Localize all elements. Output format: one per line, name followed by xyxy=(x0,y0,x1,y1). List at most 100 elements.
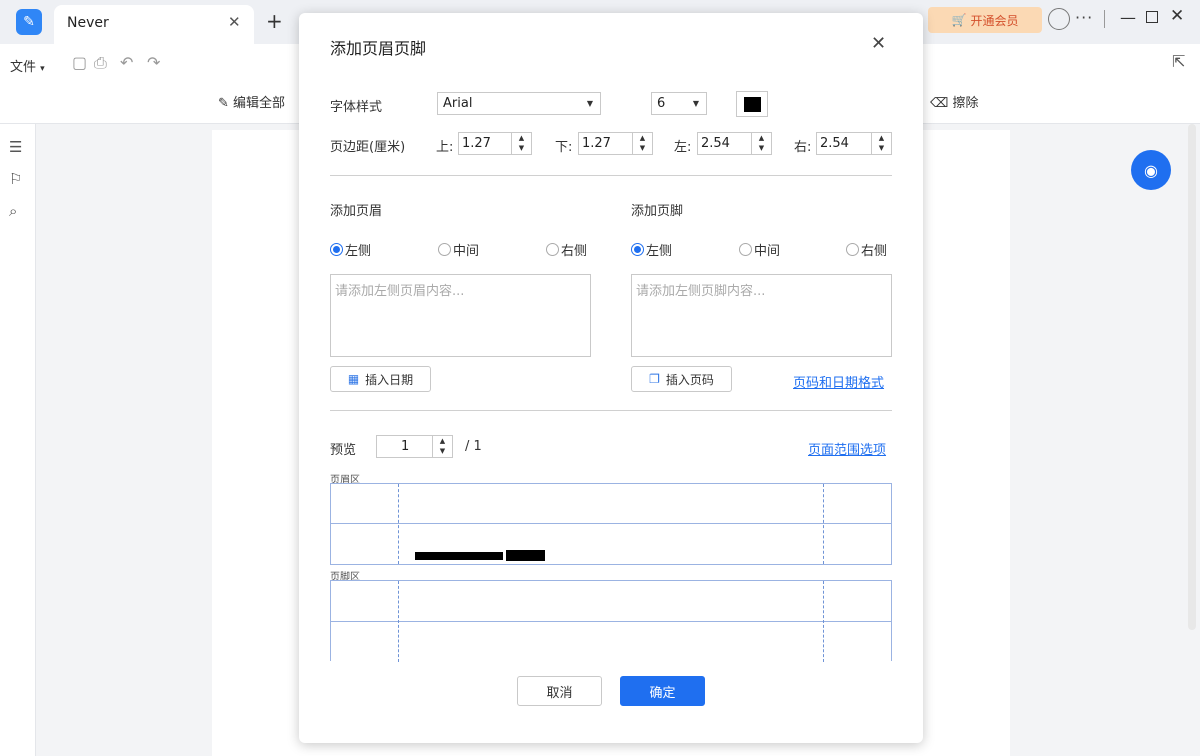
erase-button[interactable]: ⌫ 擦除 xyxy=(930,92,979,111)
redacted-preview-text xyxy=(506,550,545,561)
tab-title: Never xyxy=(67,15,109,31)
divider xyxy=(330,175,892,176)
font-color-picker[interactable] xyxy=(736,91,768,117)
user-avatar-icon[interactable] xyxy=(1048,8,1070,30)
preview-page-stepper[interactable]: 1 ▲ ▼ xyxy=(376,435,453,458)
margin-bottom-stepper[interactable]: 1.27 ▲ ▼ xyxy=(578,132,653,155)
bookmark-icon[interactable]: ⚐ xyxy=(9,170,22,188)
margin-left-stepper[interactable]: 2.54 ▲ ▼ xyxy=(697,132,772,155)
font-family-value: Arial xyxy=(443,96,473,111)
insert-page-number-button[interactable]: ❐ 插入页码 xyxy=(631,366,732,392)
footer-content-input[interactable] xyxy=(631,274,892,357)
header-content-input[interactable] xyxy=(330,274,591,357)
calendar-icon: ▦ xyxy=(347,372,360,386)
margin-guide-line xyxy=(823,581,824,662)
radio-icon xyxy=(631,243,644,256)
radio-label: 中间 xyxy=(754,244,781,259)
new-tab-button[interactable]: + xyxy=(266,9,283,33)
margin-top-value: 1.27 xyxy=(462,136,491,151)
margin-top-label: 上: xyxy=(436,140,454,155)
search-icon[interactable]: ⌕ xyxy=(9,202,17,220)
margin-bottom-value: 1.27 xyxy=(582,136,611,151)
margin-bottom-label: 下: xyxy=(555,140,573,155)
radio-icon xyxy=(330,243,343,256)
file-menu[interactable]: 文件 ▾ xyxy=(10,56,45,75)
preview-total: / 1 xyxy=(465,439,482,454)
vip-label: 开通会员 xyxy=(970,13,1019,28)
page-icon: ❐ xyxy=(649,372,660,386)
insert-date-label: 插入日期 xyxy=(365,372,414,387)
radio-icon xyxy=(739,243,752,256)
margin-guide-line xyxy=(331,523,891,524)
dialog-close-icon[interactable]: ✕ xyxy=(871,33,886,54)
footer-radio-center[interactable]: 中间 xyxy=(739,240,780,259)
page-date-format-link[interactable]: 页码和日期格式 xyxy=(793,372,884,391)
header-radio-left[interactable]: 左侧 xyxy=(330,240,371,259)
document-tab[interactable]: Never ✕ xyxy=(54,5,254,44)
header-preview-area xyxy=(330,483,892,565)
radio-label: 中间 xyxy=(453,244,480,259)
margin-label: 页边距(厘米) xyxy=(330,140,406,155)
stepper-arrows-icon[interactable]: ▲ ▼ xyxy=(632,133,652,154)
print-icon[interactable]: ⎙ xyxy=(94,53,107,73)
radio-label: 左侧 xyxy=(646,244,673,259)
font-family-select[interactable]: Arial ▼ xyxy=(437,92,601,115)
stepper-arrows-icon[interactable]: ▲ ▼ xyxy=(432,436,452,457)
ai-assistant-icon[interactable]: ◉ xyxy=(1131,150,1171,190)
margin-top-stepper[interactable]: 1.27 ▲ ▼ xyxy=(458,132,532,155)
header-footer-dialog: 添加页眉页脚 ✕ 字体样式 Arial ▼ 6 ▼ 页边距(厘米) 上: 1.2… xyxy=(299,13,923,743)
header-section-title: 添加页眉 xyxy=(330,204,383,219)
font-style-label: 字体样式 xyxy=(330,100,383,115)
vip-button[interactable]: 🛒 开通会员 xyxy=(928,7,1042,33)
stepper-arrows-icon[interactable]: ▲ ▼ xyxy=(871,133,891,154)
radio-icon xyxy=(846,243,859,256)
file-menu-label: 文件 xyxy=(10,60,37,75)
insert-date-button[interactable]: ▦ 插入日期 xyxy=(330,366,431,392)
thumbnail-icon[interactable]: ☰ xyxy=(9,138,22,156)
font-size-select[interactable]: 6 ▼ xyxy=(651,92,707,115)
chevron-down-icon: ▼ xyxy=(586,99,593,108)
undo-icon[interactable]: ↶ xyxy=(120,53,133,72)
dialog-title: 添加页眉页脚 xyxy=(330,39,427,58)
footer-preview-area xyxy=(330,580,892,662)
window-separator xyxy=(1104,10,1105,28)
window-close-icon[interactable]: ✕ xyxy=(1170,6,1184,26)
chevron-down-icon: ▼ xyxy=(692,99,699,108)
stepper-arrows-icon[interactable]: ▲ ▼ xyxy=(511,133,531,154)
margin-guide-line xyxy=(398,581,399,662)
edit-icon: ✎ xyxy=(218,96,229,111)
header-radio-right[interactable]: 右侧 xyxy=(546,240,587,259)
edit-all-button[interactable]: ✎ 编辑全部 xyxy=(218,92,285,111)
maximize-icon[interactable] xyxy=(1146,11,1158,23)
redo-icon[interactable]: ↷ xyxy=(147,53,160,72)
margin-guide-line xyxy=(331,621,891,622)
font-size-value: 6 xyxy=(657,96,666,111)
footer-radio-left[interactable]: 左侧 xyxy=(631,240,672,259)
margin-right-stepper[interactable]: 2.54 ▲ ▼ xyxy=(816,132,892,155)
scrollbar[interactable] xyxy=(1188,124,1196,630)
radio-label: 左侧 xyxy=(345,244,372,259)
insert-page-number-label: 插入页码 xyxy=(665,372,714,387)
footer-radio-right[interactable]: 右侧 xyxy=(846,240,887,259)
radio-label: 右侧 xyxy=(861,244,888,259)
cart-icon: 🛒 xyxy=(951,13,967,27)
margin-left-value: 2.54 xyxy=(701,136,730,151)
radio-icon xyxy=(438,243,451,256)
color-swatch xyxy=(744,97,761,112)
margin-right-label: 右: xyxy=(794,140,812,155)
minimize-icon[interactable]: — xyxy=(1120,8,1136,27)
header-radio-center[interactable]: 中间 xyxy=(438,240,479,259)
eraser-icon: ⌫ xyxy=(930,96,949,111)
page-range-link[interactable]: 页面范围选项 xyxy=(808,439,886,458)
save-icon[interactable]: ▢ xyxy=(72,53,87,72)
divider xyxy=(330,410,892,411)
cancel-button[interactable]: 取消 xyxy=(517,676,602,706)
chevron-down-icon: ▾ xyxy=(40,64,45,74)
confirm-button[interactable]: 确定 xyxy=(620,676,705,706)
stepper-arrows-icon[interactable]: ▲ ▼ xyxy=(751,133,771,154)
more-icon[interactable]: ··· xyxy=(1075,8,1093,27)
preview-page-value: 1 xyxy=(401,439,410,454)
app-logo-icon: ✎ xyxy=(16,9,42,35)
export-icon[interactable]: ⇱ xyxy=(1172,52,1185,71)
tab-close-icon[interactable]: ✕ xyxy=(228,13,241,31)
